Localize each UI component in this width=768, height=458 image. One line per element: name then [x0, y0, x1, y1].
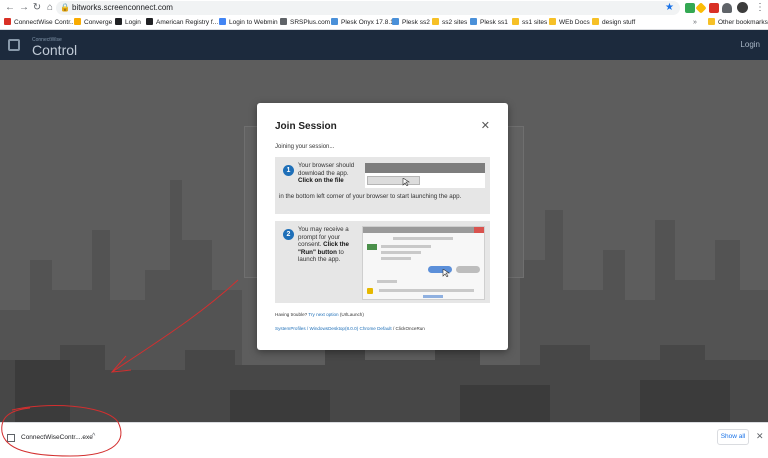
download-bar-illustration — [365, 163, 485, 188]
bookmark-favicon-icon — [470, 18, 477, 25]
step-download: 1 Your browser should download the app. … — [275, 157, 490, 214]
app-header: ConnectWise Control Login — [0, 30, 768, 60]
bookmark-item[interactable]: ConnectWise Contr... — [4, 18, 75, 28]
extension-icon[interactable] — [685, 3, 695, 13]
bookmark-star-icon[interactable]: ★ — [665, 2, 674, 14]
reload-icon[interactable]: ↻ — [31, 2, 43, 14]
bookmark-item[interactable]: WEb Docs — [549, 18, 590, 28]
avatar[interactable] — [737, 2, 748, 13]
address-bar[interactable]: 🔒 bitworks.screenconnect.com ★ — [56, 1, 680, 15]
bookmark-favicon-icon — [331, 18, 338, 25]
bookmark-item[interactable]: Plesk ss1 — [470, 18, 508, 28]
file-icon — [7, 434, 15, 442]
cursor-icon — [402, 178, 410, 186]
bookmark-item[interactable]: Login to Webmin — [219, 18, 278, 28]
trouble-text: Having trouble? Try next option (UrlLaun… — [275, 312, 364, 317]
download-shelf: ConnectWiseContr....exe ^ Show all ✕ — [0, 422, 768, 458]
logo-icon — [8, 39, 20, 51]
browser-toolbar: ← → ↻ ⌂ 🔒 bitworks.screenconnect.com ★ ⋮ — [0, 0, 768, 16]
session-status: Joining your session... — [275, 144, 335, 150]
forward-arrow-icon[interactable]: → — [18, 2, 30, 14]
lock-icon: 🔒 — [60, 3, 70, 12]
cursor-icon — [442, 269, 450, 277]
folder-icon — [708, 18, 715, 25]
bookmark-item[interactable]: design stuff — [592, 18, 635, 28]
bookmark-item[interactable]: ss1 sites — [512, 18, 547, 28]
more-bookmarks-chevron-icon[interactable]: » — [693, 18, 697, 28]
bookmark-favicon-icon — [549, 18, 556, 25]
bookmark-item[interactable]: Plesk Onyx 17.8.11 — [331, 18, 397, 28]
bookmarks-bar: » Other bookmarks ConnectWise Contr... Co… — [0, 16, 768, 30]
close-icon[interactable]: ✕ — [756, 431, 764, 442]
chevron-up-icon[interactable]: ^ — [92, 433, 95, 440]
puzzle-icon[interactable] — [722, 3, 732, 13]
bookmark-favicon-icon — [115, 18, 122, 25]
step-run: 2 You may receive a prompt for your cons… — [275, 221, 490, 303]
step1-text: Your browser should download the app. Cl… — [298, 162, 355, 184]
bookmark-item[interactable]: Plesk ss2 — [392, 18, 430, 28]
bookmark-favicon-icon — [280, 18, 287, 25]
pdf-extension-icon[interactable] — [709, 3, 719, 13]
bookmark-favicon-icon — [4, 18, 11, 25]
bookmark-item[interactable]: Converge — [74, 18, 112, 28]
menu-dots-icon[interactable]: ⋮ — [754, 2, 766, 14]
bookmark-favicon-icon — [392, 18, 399, 25]
bookmark-item[interactable]: ss2 sites — [432, 18, 467, 28]
home-icon[interactable]: ⌂ — [44, 2, 56, 14]
bookmark-favicon-icon — [219, 18, 226, 25]
bookmark-item[interactable]: SRSPlus.com — [280, 18, 330, 28]
step1-text-cont: in the bottom left corner of your browse… — [279, 193, 462, 200]
run-prompt-illustration — [362, 226, 485, 300]
step-number: 1 — [283, 165, 294, 176]
shield-icon — [367, 288, 373, 294]
bookmark-favicon-icon — [146, 18, 153, 25]
bookmark-favicon-icon — [592, 18, 599, 25]
extension-icon[interactable] — [695, 2, 707, 14]
url-text: bitworks.screenconnect.com — [72, 3, 173, 12]
launch-path-links[interactable]: SystemProfiles / WindowsDesktop(8.0.0) C… — [275, 326, 392, 331]
launch-path: SystemProfiles / WindowsDesktop(8.0.0) C… — [275, 326, 425, 331]
login-link[interactable]: Login — [740, 40, 760, 49]
join-session-dialog: Join Session ✕ Joining your session... 1… — [257, 103, 508, 350]
brand-title: Control — [32, 42, 78, 58]
step2-text: You may receive a prompt for your consen… — [298, 226, 349, 263]
download-item[interactable]: ConnectWiseContr....exe ^ — [4, 428, 104, 448]
step-number: 2 — [283, 229, 294, 240]
try-next-option-link[interactable]: Try next option — [308, 312, 338, 317]
download-file-name: ConnectWiseContr....exe — [21, 434, 93, 441]
back-arrow-icon[interactable]: ← — [4, 2, 16, 14]
dialog-title: Join Session — [275, 121, 337, 132]
bookmark-favicon-icon — [432, 18, 439, 25]
bookmark-item[interactable]: American Registry f... — [146, 18, 218, 28]
bookmark-item[interactable]: Login — [115, 18, 141, 28]
close-icon[interactable]: ✕ — [481, 119, 490, 132]
other-bookmarks[interactable]: Other bookmarks — [708, 18, 768, 28]
bookmark-favicon-icon — [512, 18, 519, 25]
show-all-button[interactable]: Show all — [717, 429, 749, 445]
bookmark-favicon-icon — [74, 18, 81, 25]
